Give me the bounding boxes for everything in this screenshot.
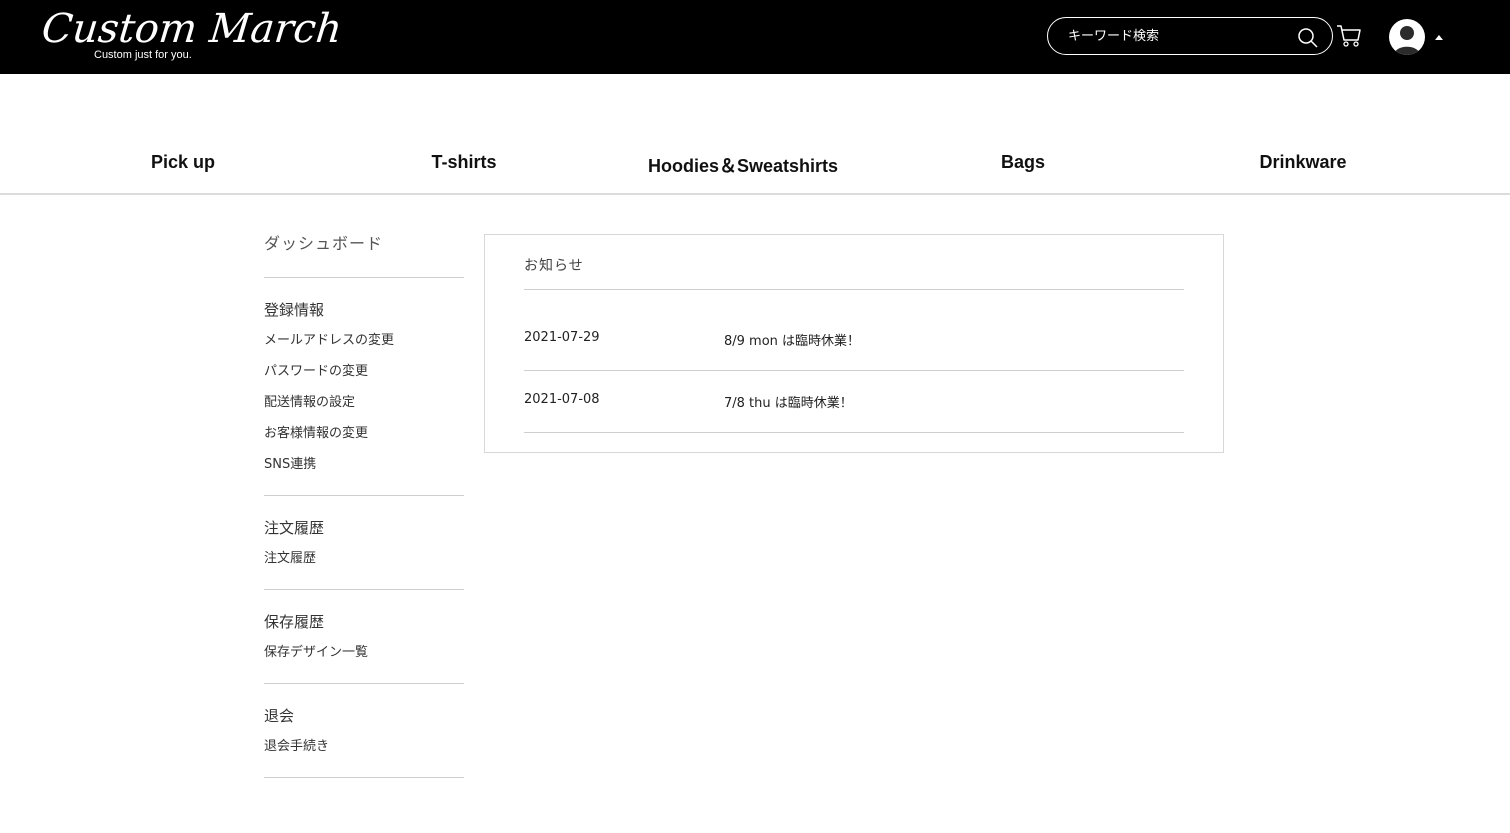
- notice-date: 2021-07-08: [524, 392, 600, 407]
- sidebar-link-withdraw[interactable]: 退会手続き: [264, 737, 464, 757]
- search-icon[interactable]: [1297, 27, 1319, 49]
- sidebar-link-change-email[interactable]: メールアドレスの変更: [264, 331, 464, 351]
- sidebar-dashboard[interactable]: ダッシュボード: [264, 234, 464, 278]
- sidebar-section-orders: 注文履歴 注文履歴: [264, 496, 464, 590]
- category-bags[interactable]: Bags: [883, 152, 1163, 173]
- notice-title: お知らせ: [524, 255, 1184, 290]
- sidebar-heading: 退会: [264, 707, 295, 725]
- notice-panel: お知らせ 2021-07-29 8/9 mon は臨時休業！ 2021-07-0…: [484, 234, 1224, 453]
- sidebar-heading: 保存履歴: [264, 613, 325, 631]
- notice-date: 2021-07-29: [524, 330, 600, 345]
- search-input[interactable]: [1068, 26, 1288, 46]
- sidebar-link-order-history[interactable]: 注文履歴: [264, 549, 464, 569]
- category-t-shirts[interactable]: T-shirts: [324, 152, 604, 173]
- user-icon: [1394, 26, 1420, 55]
- search-box: [1047, 17, 1333, 55]
- sidebar-section-registration: 登録情報 メールアドレスの変更 パスワードの変更 配送情報の設定 お客様情報の変…: [264, 278, 464, 496]
- logo-tagline: Custom just for you.: [94, 49, 192, 61]
- category-hoodies-sweatshirts[interactable]: Hoodies＆Sweatshirts: [603, 152, 883, 178]
- site-header: Custom March Custom just for you.: [0, 0, 1510, 74]
- caret-up-icon[interactable]: [1435, 35, 1443, 40]
- logo-wordmark: Custom March: [39, 6, 345, 52]
- sidebar-link-saved-designs[interactable]: 保存デザイン一覧: [264, 643, 464, 663]
- sidebar-link-change-password[interactable]: パスワードの変更: [264, 362, 464, 382]
- site-logo[interactable]: Custom March Custom just for you.: [40, 6, 345, 66]
- notice-link[interactable]: 8/9 mon は臨時休業！: [724, 330, 860, 349]
- sidebar-link-sns[interactable]: SNS連携: [264, 455, 464, 475]
- sidebar-section-saved: 保存履歴 保存デザイン一覧: [264, 590, 464, 684]
- category-pick-up[interactable]: Pick up: [43, 152, 323, 173]
- avatar[interactable]: [1389, 19, 1425, 55]
- category-drinkware[interactable]: Drinkware: [1163, 152, 1443, 173]
- sidebar-section-withdraw: 退会 退会手続き: [264, 684, 464, 778]
- notice-item: 2021-07-29 8/9 mon は臨時休業！: [524, 309, 1184, 371]
- sidebar-heading: 注文履歴: [264, 519, 325, 537]
- sidebar-heading: 登録情報: [264, 301, 325, 319]
- category-nav: Pick up T-shirts Hoodies＆Sweatshirts Bag…: [0, 142, 1510, 195]
- sidebar-link-shipping-settings[interactable]: 配送情報の設定: [264, 393, 464, 413]
- notice-item: 2021-07-08 7/8 thu は臨時休業！: [524, 371, 1184, 433]
- cart-icon[interactable]: [1336, 24, 1362, 48]
- sidebar-link-customer-info[interactable]: お客様情報の変更: [264, 424, 464, 444]
- notice-link[interactable]: 7/8 thu は臨時休業！: [724, 392, 853, 411]
- account-sidebar: ダッシュボード 登録情報 メールアドレスの変更 パスワードの変更 配送情報の設定…: [264, 234, 464, 778]
